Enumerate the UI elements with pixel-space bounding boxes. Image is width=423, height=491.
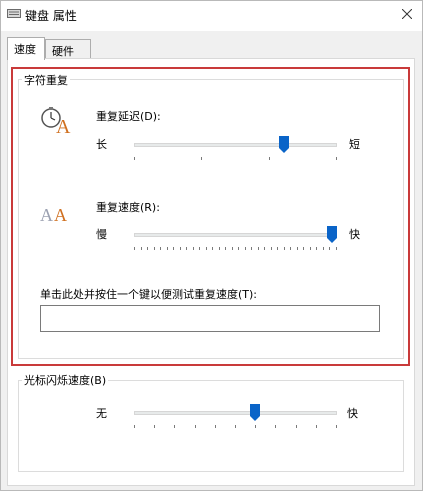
slider-tick: [255, 425, 257, 428]
slider-ticks: [134, 247, 337, 253]
slider-tick: [134, 247, 135, 250]
speed-panel: 字符重复 A 重复延迟(D): 长 短 A A 重复速度(R): 慢 快 单击此…: [7, 58, 415, 486]
slider-tick: [174, 425, 176, 428]
keyboard-properties-window: 键盘 属性 速度 硬件 字符重复 A 重复延迟(D): 长 短 A A 重复速度…: [0, 0, 423, 491]
slider-tick: [134, 425, 135, 428]
repeat-delay-icon: A: [41, 107, 71, 134]
slider-tick: [322, 247, 324, 250]
svg-text:A: A: [54, 205, 67, 225]
slider-tick: [336, 247, 337, 250]
slider-tick: [225, 247, 227, 250]
keyboard-icon: [7, 9, 21, 18]
slider-tick: [283, 247, 285, 250]
slider-tick: [315, 425, 317, 428]
slider-tick: [309, 247, 311, 250]
slider-track[interactable]: [134, 143, 337, 147]
repeat-delay-min-label: 长: [96, 138, 107, 151]
slider-tick: [295, 425, 297, 428]
slider-tick: [205, 247, 207, 250]
window-title: 键盘 属性: [25, 9, 77, 23]
repeat-rate-min-label: 慢: [96, 228, 107, 241]
slider-tick: [296, 247, 298, 250]
slider-tick: [303, 247, 305, 250]
slider-tick: [290, 247, 292, 250]
svg-text:A: A: [56, 116, 71, 134]
slider-tick: [218, 247, 220, 250]
slider-tick: [147, 247, 149, 250]
repeat-delay-label: 重复延迟(D):: [96, 110, 161, 123]
repeat-delay-max-label: 短: [349, 138, 360, 151]
slider-tick: [264, 247, 266, 250]
slider-tick: [214, 425, 216, 428]
slider-track[interactable]: [134, 233, 337, 237]
slider-tick: [270, 247, 272, 250]
slider-tick: [212, 247, 214, 250]
slider-tick: [316, 247, 318, 250]
slider-thumb[interactable]: [278, 136, 289, 154]
slider-tick: [192, 247, 194, 250]
close-button[interactable]: [396, 3, 418, 25]
slider-tick: [231, 247, 233, 250]
slider-tick: [336, 157, 337, 160]
slider-thumb[interactable]: [249, 404, 260, 422]
slider-tick: [194, 425, 196, 428]
slider-tick: [235, 425, 236, 428]
slider-tick: [251, 247, 253, 250]
slider-tick: [166, 247, 168, 250]
slider-tick: [153, 247, 155, 250]
slider-tick: [199, 247, 201, 250]
tab-speed[interactable]: 速度: [7, 37, 45, 60]
test-repeat-label: 单击此处并按住一个键以便测试重复速度(T):: [40, 288, 258, 301]
slider-tick: [336, 425, 337, 428]
svg-text:A: A: [40, 205, 53, 225]
tab-hardware[interactable]: 硬件: [45, 39, 91, 59]
slider-tick: [257, 247, 259, 250]
title-bar: 键盘 属性: [1, 1, 422, 31]
slider-tick: [244, 247, 246, 250]
slider-tick: [329, 247, 331, 250]
slider-tick: [277, 247, 279, 250]
char-repeat-group-label: 字符重复: [22, 72, 70, 88]
slider-tick: [179, 247, 181, 250]
cursor-blink-min-label: 无: [96, 407, 107, 420]
slider-tick: [140, 247, 142, 250]
slider-track[interactable]: [134, 411, 337, 415]
close-icon: [402, 9, 412, 19]
repeat-rate-label: 重复速度(R):: [96, 201, 160, 214]
slider-ticks: [134, 157, 337, 163]
slider-tick: [201, 157, 203, 160]
slider-tick: [134, 157, 135, 160]
slider-tick: [275, 425, 277, 428]
slider-tick: [173, 247, 175, 250]
slider-tick: [154, 425, 156, 428]
slider-thumb[interactable]: [327, 226, 337, 244]
repeat-rate-icon: A A: [40, 205, 67, 225]
slider-ticks: [134, 425, 337, 431]
cursor-blink-max-label: 快: [347, 407, 358, 420]
repeat-rate-max-label: 快: [349, 228, 360, 241]
slider-tick: [238, 247, 240, 250]
slider-tick: [268, 157, 270, 160]
slider-tick: [160, 247, 162, 250]
test-repeat-input[interactable]: [40, 305, 380, 332]
cursor-blink-group-label: 光标闪烁速度(B): [22, 372, 109, 388]
slider-tick: [186, 247, 188, 250]
